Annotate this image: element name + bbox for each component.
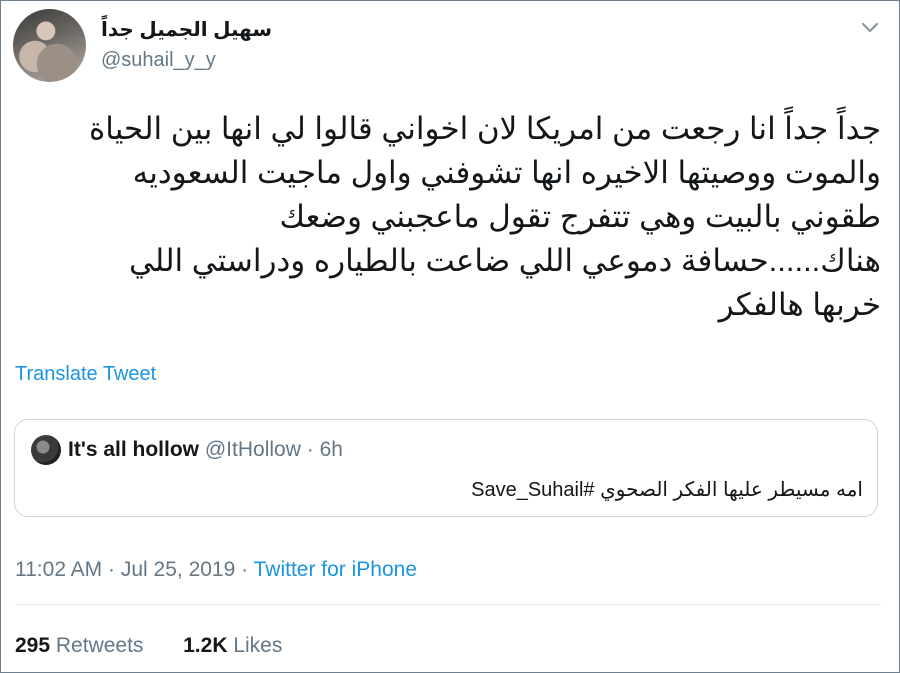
tweet-card: سهيل الجميل جداً @suhail_y_y جداً جداً ا…	[0, 0, 900, 673]
retweets-count: 295	[15, 634, 51, 657]
meta-separator: ·	[241, 558, 249, 581]
quoted-author-handle: @ItHollow	[204, 438, 301, 461]
author-handle[interactable]: @suhail_y_y	[101, 49, 216, 72]
quoted-separator: ·	[306, 438, 314, 461]
more-options-button[interactable]	[859, 17, 881, 39]
chevron-down-icon	[861, 22, 879, 33]
meta-separator: ·	[108, 558, 116, 581]
tweet-source-link[interactable]: Twitter for iPhone	[254, 558, 417, 581]
tweet-text-line: طقوني بالبيت وهي تتفرج تقول ماعجبني وضعك	[279, 199, 881, 234]
translate-tweet-link[interactable]: Translate Tweet	[15, 363, 156, 386]
tweet-text-line: خربها هالفكر	[718, 287, 881, 322]
quoted-author-name: It's all hollow	[68, 438, 200, 461]
author-avatar[interactable]	[13, 9, 86, 82]
tweet-text-line: والموت ووصيتها الاخيره انها تشوفني واول …	[132, 155, 881, 190]
author-display-name[interactable]: سهيل الجميل جداً	[101, 17, 272, 42]
likes-label: Likes	[233, 634, 283, 657]
quoted-time: 6h	[319, 438, 343, 461]
engagement-stats: 295 Retweets 1.2K Likes	[15, 634, 282, 658]
quoted-tweet-card[interactable]: It's all hollow @ItHollow · 6h امه مسيطر…	[14, 419, 878, 517]
likes-count: 1.2K	[183, 634, 228, 657]
quoted-author-avatar	[31, 435, 61, 465]
likes-stat[interactable]: 1.2K Likes	[183, 634, 282, 657]
tweet-time[interactable]: 11:02 AM	[15, 558, 102, 581]
tweet-date[interactable]: Jul 25, 2019	[121, 558, 235, 581]
tweet-text: جداً جداً انا رجعت من امريكا لان اخواني …	[15, 107, 881, 327]
divider	[15, 604, 881, 605]
retweets-label: Retweets	[55, 634, 144, 657]
tweet-text-line: جداً جداً انا رجعت من امريكا لان اخواني …	[89, 111, 881, 146]
tweet-metadata: 11:02 AM · Jul 25, 2019 · Twitter for iP…	[15, 558, 417, 582]
quoted-tweet-header: It's all hollow @ItHollow · 6h	[68, 438, 343, 462]
tweet-text-line: هناك......حسافة دموعي اللي ضاعت بالطياره…	[128, 243, 881, 278]
retweets-stat[interactable]: 295 Retweets	[15, 634, 149, 657]
quoted-tweet-text: امه مسيطر عليها الفكر الصحوي #Save_Suhai…	[471, 479, 863, 501]
